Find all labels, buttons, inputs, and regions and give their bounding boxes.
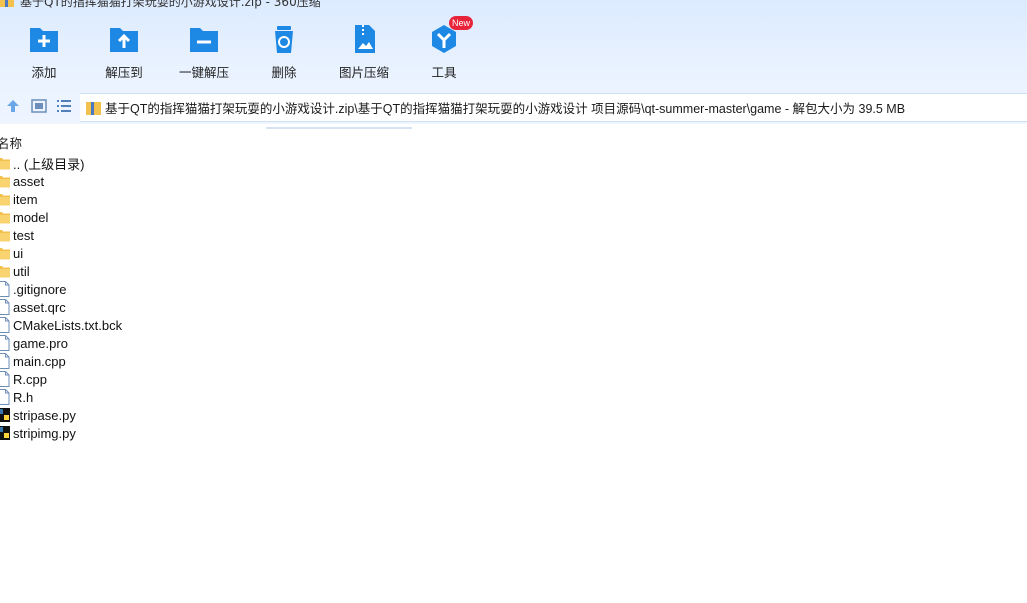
item-name: ui — [13, 245, 24, 261]
file-icon — [0, 281, 10, 297]
item-name: CMakeLists.txt.bck — [13, 317, 123, 333]
list-item[interactable]: CMakeLists.txt.bck — [0, 316, 122, 334]
folder-icon — [0, 191, 10, 207]
up-arrow-icon[interactable] — [4, 97, 22, 115]
list-item[interactable]: util — [0, 262, 122, 280]
item-name: util — [13, 263, 30, 279]
list-item[interactable]: model — [0, 208, 122, 226]
item-name: stripimg.py — [13, 425, 76, 441]
list-item[interactable]: stripase.py — [0, 406, 122, 424]
list-item[interactable]: game.pro — [0, 334, 122, 352]
delete-button[interactable]: 删除 — [244, 22, 324, 82]
address-bar[interactable]: 基于QT的指挥猫猫打架玩耍的小游戏设计.zip\基于QT的指挥猫猫打架玩耍的小游… — [80, 93, 1027, 122]
image-compress-label: 图片压缩 — [338, 66, 389, 80]
archive-icon — [86, 101, 101, 115]
extract-to-button[interactable]: 解压到 — [84, 22, 164, 82]
item-name: test — [13, 227, 34, 243]
list-item[interactable]: .gitignore — [0, 280, 122, 298]
one-click-extract-label: 一键解压 — [178, 66, 229, 80]
file-icon — [0, 335, 10, 351]
image-compress-icon — [355, 25, 375, 53]
new-badge: New — [449, 16, 473, 30]
address-text: 基于QT的指挥猫猫打架玩耍的小游戏设计.zip\基于QT的指挥猫猫打架玩耍的小游… — [105, 102, 906, 116]
list-item[interactable]: R.h — [0, 388, 122, 406]
item-name: main.cpp — [13, 353, 66, 369]
list-item[interactable]: asset — [0, 172, 122, 190]
file-icon — [0, 299, 10, 315]
extract-to-icon — [110, 28, 138, 52]
one-click-extract-button[interactable]: 一键解压 — [164, 22, 244, 82]
tools-button[interactable]: 工具 — [404, 22, 484, 82]
extract-to-label: 解压到 — [105, 66, 143, 80]
folder-icon — [0, 173, 10, 189]
file-icon — [0, 317, 10, 333]
delete-label: 删除 — [271, 66, 297, 80]
item-name: asset.qrc — [13, 299, 66, 315]
thumbnail-view-icon[interactable] — [30, 97, 48, 115]
item-name: stripase.py — [13, 407, 76, 423]
file-icon — [0, 371, 10, 387]
list-item[interactable]: item — [0, 190, 122, 208]
folder-icon — [0, 227, 10, 243]
item-name: game.pro — [13, 335, 68, 351]
item-name: asset — [13, 173, 45, 189]
item-name: .. (上级目录) — [13, 156, 85, 172]
splitter[interactable] — [266, 127, 412, 129]
title-bar: 基于QT的指挥猫猫打架玩耍的小游戏设计.zip - 360压缩 — [0, 0, 321, 9]
item-name: item — [13, 191, 38, 207]
add-button[interactable]: 添加 — [4, 22, 84, 82]
add-folder-icon — [30, 28, 58, 52]
file-icon — [0, 389, 10, 405]
folder-icon — [0, 263, 10, 279]
archive-icon — [0, 0, 14, 7]
folder-icon — [0, 209, 10, 225]
navigation-bar: 基于QT的指挥猫猫打架玩耍的小游戏设计.zip\基于QT的指挥猫猫打架玩耍的小游… — [0, 93, 1027, 122]
python-file-icon — [0, 425, 10, 441]
one-click-extract-icon — [190, 28, 218, 52]
recycle-bin-icon — [275, 26, 293, 53]
list-item[interactable]: asset.qrc — [0, 298, 122, 316]
file-list: .. (上级目录) asset item model test ui util … — [0, 154, 122, 442]
list-item[interactable]: main.cpp — [0, 352, 122, 370]
list-item[interactable]: ui — [0, 244, 122, 262]
python-file-icon — [0, 407, 10, 423]
item-name: R.cpp — [13, 371, 47, 387]
file-icon — [0, 353, 10, 369]
list-item[interactable]: .. (上级目录) — [0, 154, 122, 172]
list-item[interactable]: test — [0, 226, 122, 244]
main-toolbar: 添加 解压到 一键解压 删除 图片压缩 工具 — [0, 22, 1027, 84]
item-name: .gitignore — [13, 281, 67, 297]
add-label: 添加 — [31, 66, 57, 80]
list-item[interactable]: stripimg.py — [0, 424, 122, 442]
item-name: R.h — [13, 389, 34, 405]
list-item[interactable]: R.cpp — [0, 370, 122, 388]
window-title: 基于QT的指挥猫猫打架玩耍的小游戏设计.zip - 360压缩 — [20, 0, 321, 9]
item-name: model — [13, 209, 49, 225]
column-header-name[interactable]: 名称 — [0, 133, 22, 152]
folder-icon — [0, 155, 10, 171]
list-view-icon[interactable] — [55, 97, 73, 115]
folder-icon — [0, 245, 10, 261]
image-compress-button[interactable]: 图片压缩 — [324, 22, 404, 82]
tools-label: 工具 — [431, 66, 457, 80]
